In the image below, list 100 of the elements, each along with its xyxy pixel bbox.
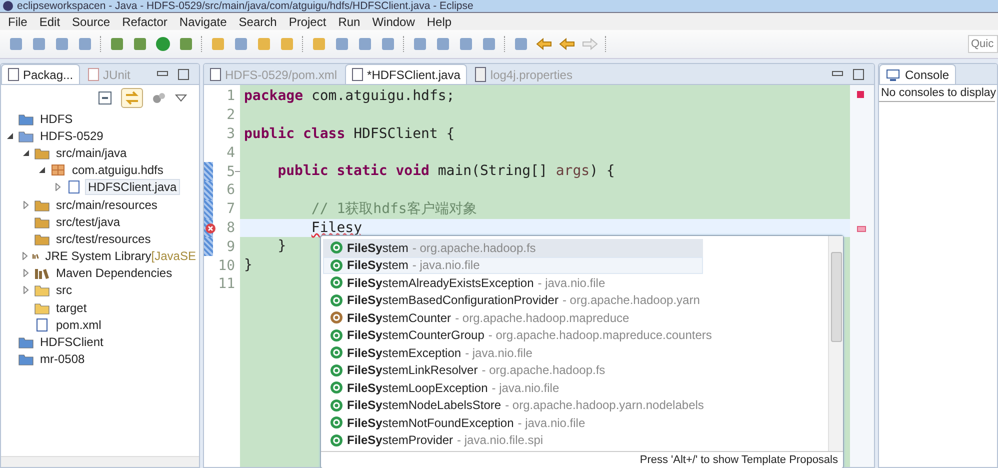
completion-item[interactable]: FileSystemLinkResolver - org.apache.hadoop.fs bbox=[323, 362, 703, 379]
tool-icon[interactable] bbox=[513, 36, 529, 52]
collapsed-arrow-icon[interactable] bbox=[54, 183, 62, 192]
tree-item[interactable]: mr-0508 bbox=[37, 351, 88, 368]
tool-icon[interactable] bbox=[334, 36, 350, 52]
tool-icon[interactable] bbox=[458, 36, 474, 52]
tree-item[interactable]: Maven Dependencies bbox=[53, 265, 176, 282]
scrollbar[interactable] bbox=[1, 456, 199, 467]
scrollbar[interactable] bbox=[828, 236, 843, 451]
menu-item[interactable]: Run bbox=[338, 14, 360, 28]
tree-item[interactable]: src/test/java bbox=[53, 214, 124, 230]
tool-icon[interactable] bbox=[256, 36, 272, 52]
tool-icon[interactable] bbox=[435, 36, 451, 52]
collapsed-arrow-icon[interactable] bbox=[22, 286, 30, 294]
collapsed-arrow-icon[interactable] bbox=[22, 269, 30, 278]
tree-item[interactable]: src/test/resources bbox=[53, 230, 154, 247]
menu-item[interactable]: Help bbox=[426, 14, 452, 28]
view-tab[interactable]: Packag... bbox=[1, 64, 80, 84]
completion-item[interactable]: FileSystem - java.nio.file bbox=[323, 256, 703, 274]
tool-icon[interactable] bbox=[357, 36, 373, 52]
tool-icon[interactable] bbox=[77, 36, 93, 52]
line-number: 7 bbox=[226, 201, 235, 218]
completion-item[interactable]: FileSystemLoopException - java.nio.file bbox=[323, 379, 703, 396]
arrow-icon[interactable] bbox=[559, 36, 575, 52]
maximize-icon[interactable] bbox=[853, 69, 864, 80]
line-number: 3 bbox=[226, 126, 235, 142]
completion-item[interactable]: FileSystemCounter - org.apache.hadoop.mapreduce bbox=[323, 309, 703, 326]
link-icon[interactable] bbox=[121, 88, 143, 108]
line-number: 6 bbox=[226, 182, 235, 198]
completion-item[interactable]: FileSystem - org.apache.hadoop.fs bbox=[323, 239, 703, 256]
tool-icon[interactable] bbox=[311, 36, 327, 52]
tool-icon[interactable] bbox=[31, 36, 47, 52]
console-tab[interactable]: Console bbox=[879, 64, 956, 84]
class-icon bbox=[330, 258, 343, 272]
play-icon[interactable] bbox=[155, 36, 171, 52]
line-number: 5 bbox=[226, 164, 235, 180]
tool-icon[interactable] bbox=[412, 36, 428, 52]
collapsed-arrow-icon[interactable] bbox=[22, 200, 30, 209]
tool-icon[interactable] bbox=[54, 36, 70, 52]
tool-icon[interactable] bbox=[109, 36, 125, 52]
code-text: HDFSClient { bbox=[354, 124, 455, 144]
code-text: args bbox=[556, 162, 590, 181]
tool-icon[interactable] bbox=[8, 36, 24, 52]
code-text: Filesy bbox=[311, 218, 362, 238]
folder-icon bbox=[18, 335, 34, 350]
expanded-arrow-icon[interactable] bbox=[6, 132, 14, 140]
class-icon bbox=[330, 328, 343, 342]
monitor-icon bbox=[886, 68, 900, 80]
collapse-all-icon[interactable] bbox=[97, 90, 113, 106]
tree-item[interactable]: src/main/java bbox=[53, 144, 130, 161]
tool-icon[interactable] bbox=[380, 36, 396, 52]
menu-item[interactable]: Source bbox=[72, 14, 110, 28]
line-number: 9 bbox=[226, 238, 235, 255]
completion-item[interactable]: FileSystemCounterGroup - org.apache.hadoop.mapreduce.counters bbox=[323, 326, 717, 344]
tree-item[interactable]: HDFSClient.java bbox=[85, 179, 180, 196]
tree-item[interactable]: HDFS-0529 bbox=[37, 128, 106, 144]
completion-item[interactable]: FileSystemAlreadyExistsException - java.nio.file bbox=[323, 274, 703, 292]
arrow-icon[interactable] bbox=[536, 36, 552, 52]
tree-item[interactable]: JRE System Library[JavaSE bbox=[42, 248, 199, 264]
menu-item[interactable]: Navigate bbox=[179, 14, 227, 28]
completion-item[interactable]: FileSystemBasedConfigurationProvider - org.apache.hadoop.yarn bbox=[323, 292, 705, 309]
menu-item[interactable]: Project bbox=[288, 14, 326, 28]
completion-item[interactable]: FileSystemNotFoundException - java.nio.file bbox=[323, 414, 703, 432]
expanded-arrow-icon[interactable] bbox=[22, 148, 30, 157]
completion-item[interactable]: FileSystemProvider - java.nio.file.spi bbox=[323, 432, 703, 449]
class-icon bbox=[330, 364, 343, 377]
tree-item[interactable]: HDFSClient bbox=[37, 334, 106, 350]
quick-access-field[interactable]: Quic bbox=[968, 35, 998, 53]
tree-item[interactable]: HDFS bbox=[37, 110, 76, 127]
class-icon bbox=[330, 276, 343, 290]
menu-item[interactable]: Window bbox=[372, 14, 415, 28]
editor-tab[interactable]: *HDFSClient.java bbox=[345, 64, 468, 84]
minimize-icon[interactable] bbox=[157, 71, 168, 76]
dropdown-icon[interactable] bbox=[175, 93, 187, 103]
menu-item[interactable]: Edit bbox=[39, 14, 60, 28]
tree-item[interactable]: src bbox=[53, 282, 75, 298]
collapsed-arrow-icon[interactable] bbox=[21, 252, 29, 260]
menu-item[interactable]: Search bbox=[238, 14, 277, 28]
error-overview-marker bbox=[857, 91, 864, 98]
minimize-icon[interactable] bbox=[832, 71, 843, 76]
tool-icon[interactable] bbox=[210, 36, 226, 52]
tool-icon[interactable] bbox=[178, 36, 194, 52]
arrow-icon[interactable] bbox=[582, 36, 598, 52]
tool-icon[interactable] bbox=[233, 36, 249, 52]
expanded-arrow-icon[interactable] bbox=[38, 166, 46, 174]
tree-item[interactable]: pom.xml bbox=[53, 316, 104, 333]
menu-item[interactable]: Refactor bbox=[122, 14, 168, 28]
folder-icon bbox=[34, 300, 50, 315]
tree-item[interactable]: com.atguigu.hdfs bbox=[69, 162, 166, 178]
menu-item[interactable]: File bbox=[8, 14, 28, 28]
completion-item[interactable]: FileSystemException - java.nio.file bbox=[323, 344, 703, 362]
tool-icon[interactable] bbox=[132, 36, 148, 52]
folder-icon bbox=[34, 283, 50, 298]
maximize-icon[interactable] bbox=[178, 69, 189, 80]
completion-item[interactable]: FileSystemNodeLabelsStore - org.apache.hadoop.yarn.nodelabels bbox=[323, 396, 709, 414]
tool-icon[interactable] bbox=[481, 36, 497, 52]
tree-item[interactable]: src/main/resources bbox=[53, 196, 160, 213]
filter-icon[interactable] bbox=[151, 90, 167, 106]
tree-item[interactable]: target bbox=[53, 300, 90, 316]
tool-icon[interactable] bbox=[279, 36, 295, 52]
